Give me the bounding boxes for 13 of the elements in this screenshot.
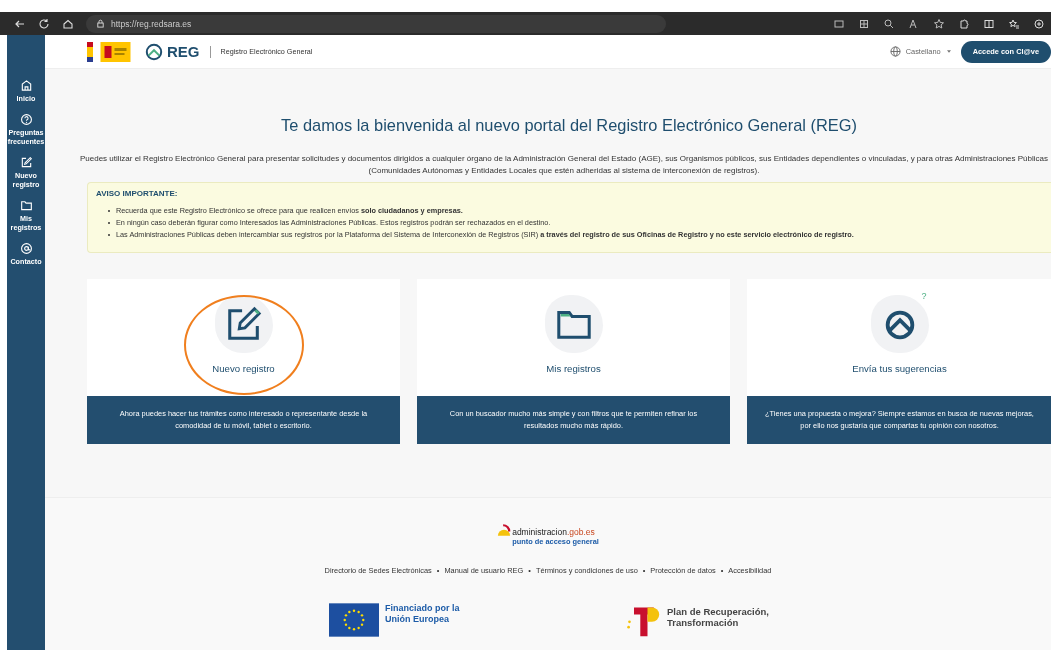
card-title: Nuevo registro bbox=[212, 363, 275, 375]
address-bar[interactable]: https://reg.redsara.es bbox=[86, 14, 666, 33]
funding-text: Financiado por la Unión Europea bbox=[385, 603, 461, 625]
card-title: Mis registros bbox=[546, 363, 601, 375]
url-text: https://reg.redsara.es bbox=[111, 18, 192, 29]
notice-title: AVISO IMPORTANTE: bbox=[96, 189, 179, 199]
logo-text: REG bbox=[167, 43, 200, 60]
intro-paragraph: Puedes utilizar el Registro Electrónico General para presentar solicitudes y documentos dirigidos a cualquier órgano de la Administración General del Estado (AGE), sus Organismos públicos, sus Entidades dependientes o vinculadas, y para otras Administraciones Públicas (Comunidades Autónomas y Entidades Locales que estén adheridas al sistema de interconexión de registros). bbox=[78, 153, 1050, 177]
welcome-title: Te damos la bienvenida al nuevo portal del Registro Electrónico General (REG) bbox=[280, 116, 858, 135]
portal-name: administracion.gob.es bbox=[512, 527, 596, 537]
recovery-plan-text: Plan de Recuperación, Transformación bbox=[667, 607, 770, 629]
question-mark: ? bbox=[921, 291, 927, 302]
card-title: Envía tus sugerencias bbox=[852, 363, 947, 375]
